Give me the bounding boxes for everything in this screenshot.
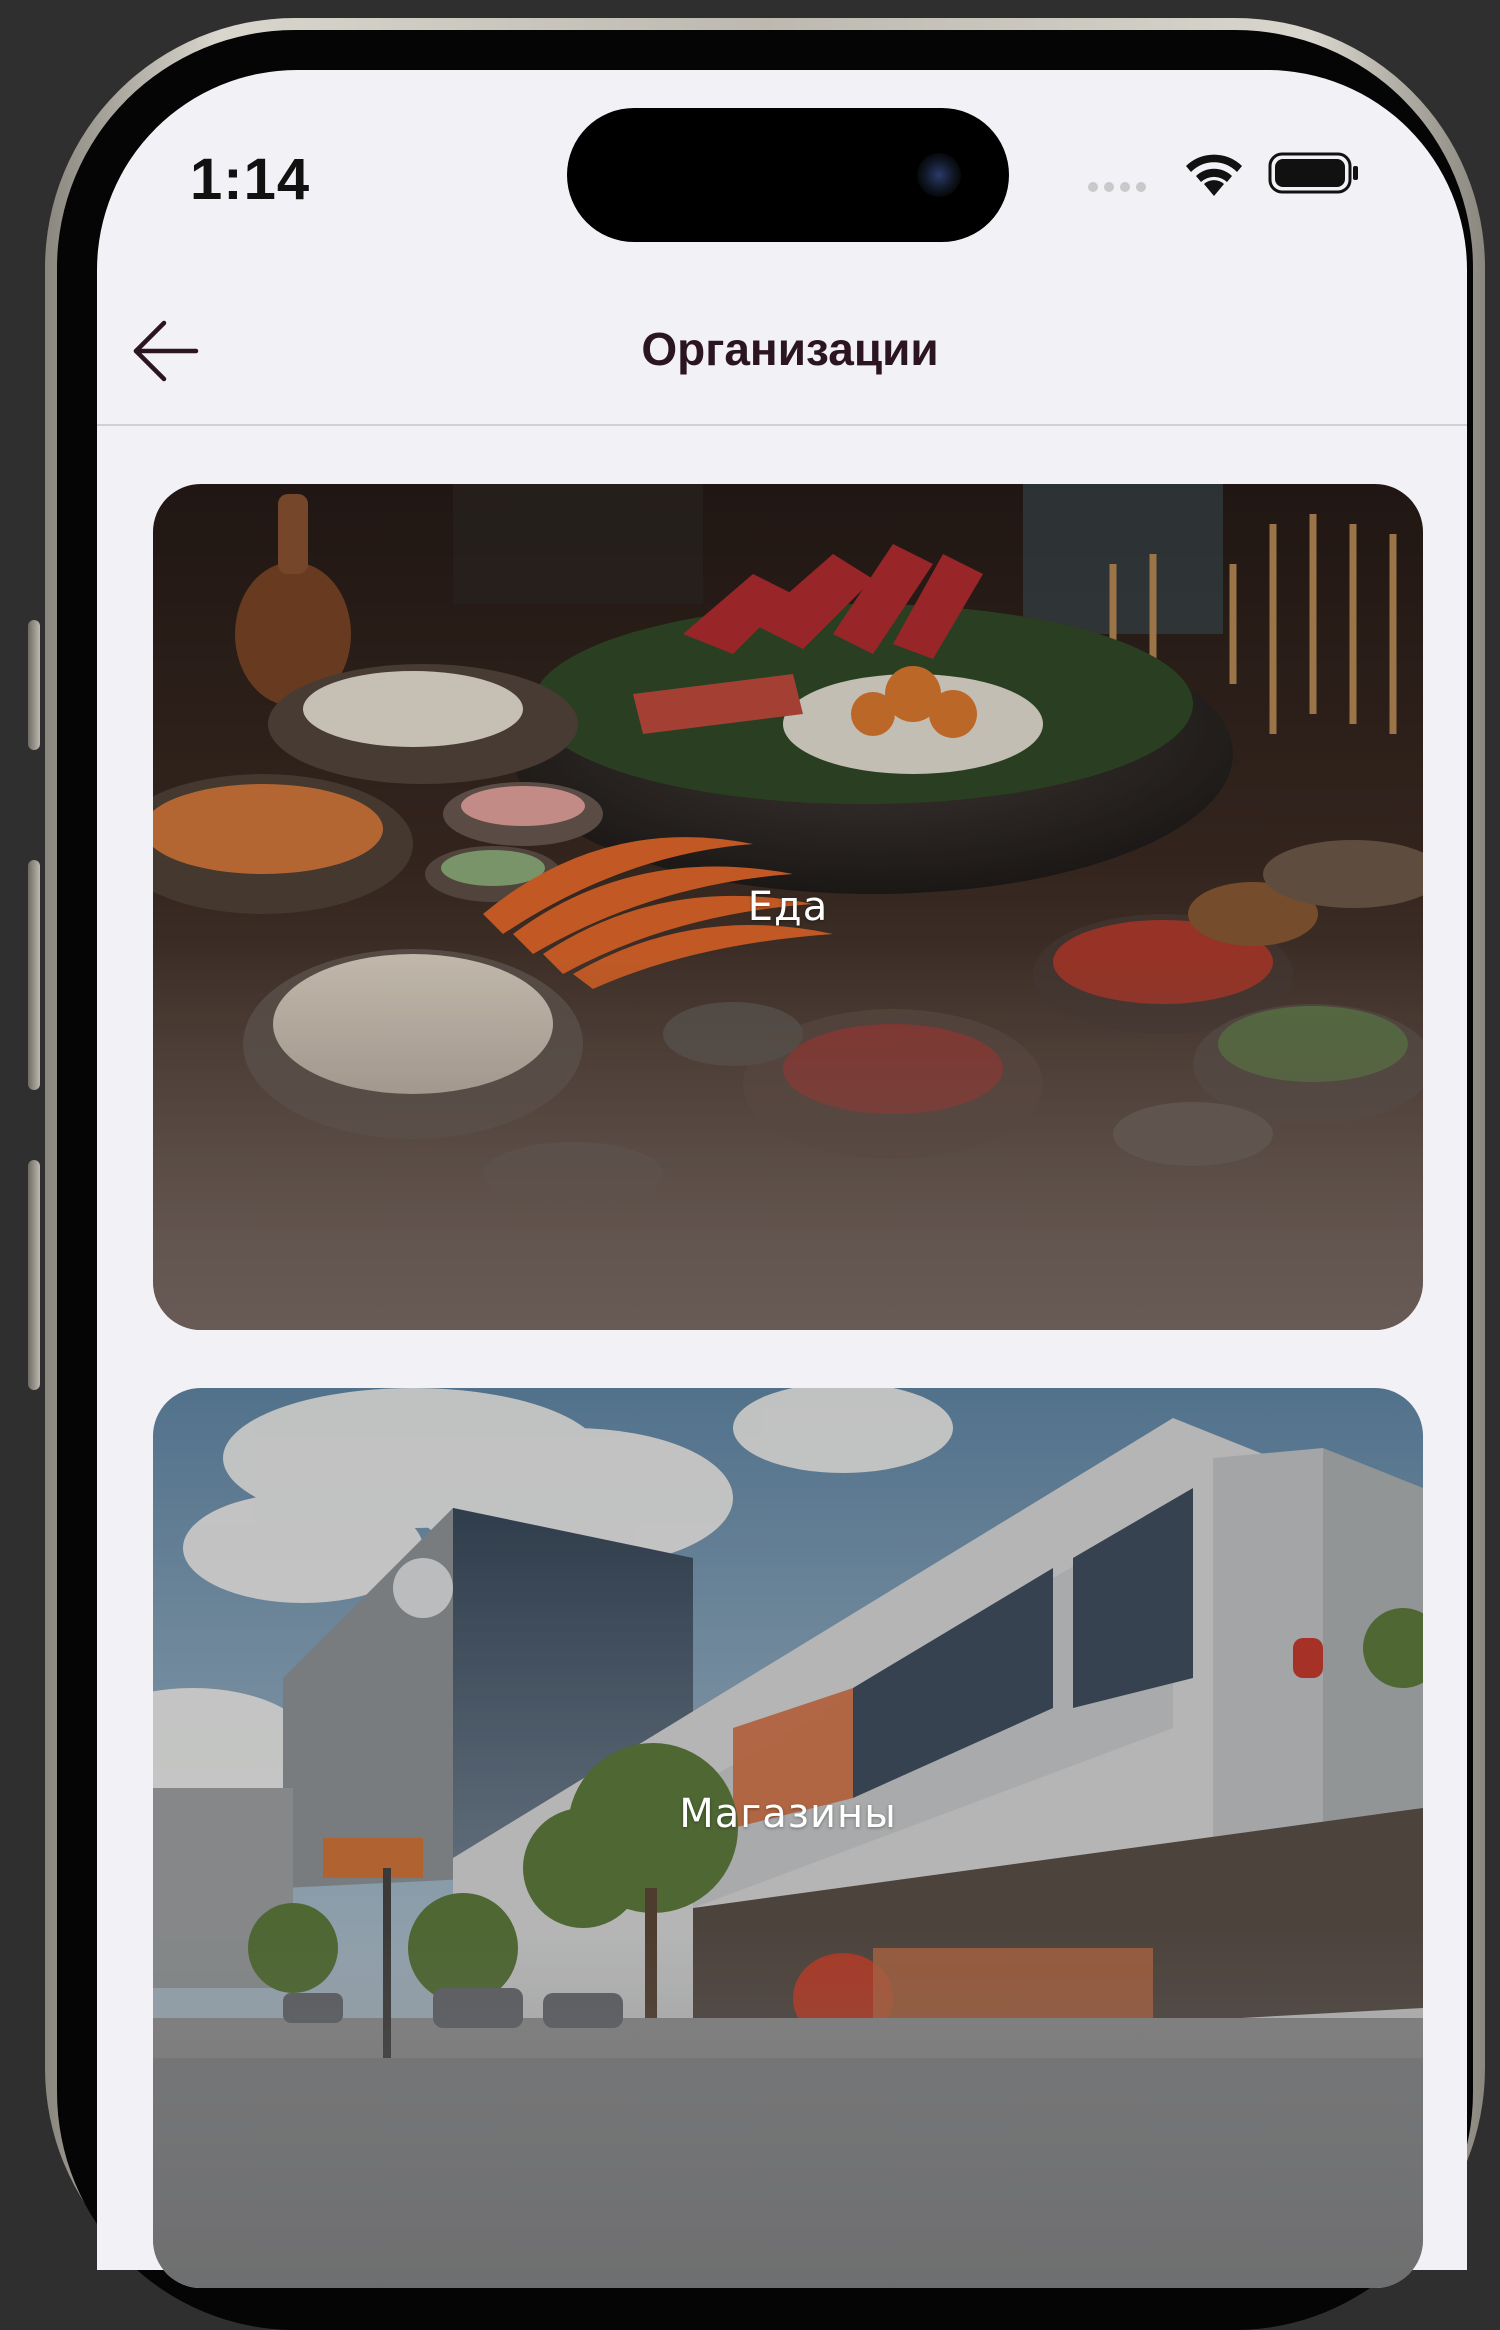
status-time: 1:14 [190,147,311,212]
category-label-shops: Магазины [679,1791,897,1837]
wifi-icon [1186,154,1242,196]
category-card-shops[interactable]: Магазины [153,1388,1423,2288]
header-divider [97,424,1467,426]
volume-down-button [28,1160,40,1390]
category-label-food: Еда [747,884,829,930]
battery-icon [1268,152,1358,194]
category-card-food[interactable]: Еда [153,484,1423,1330]
back-button[interactable] [128,316,204,386]
front-camera-icon [917,153,961,197]
cellular-signal-icon [1088,182,1146,192]
page-title: Организации [641,323,939,375]
dynamic-island [567,108,1009,242]
volume-up-button [28,860,40,1090]
arrow-left-icon [133,320,199,382]
card-overlay [153,1388,1423,2288]
action-button [28,620,40,750]
